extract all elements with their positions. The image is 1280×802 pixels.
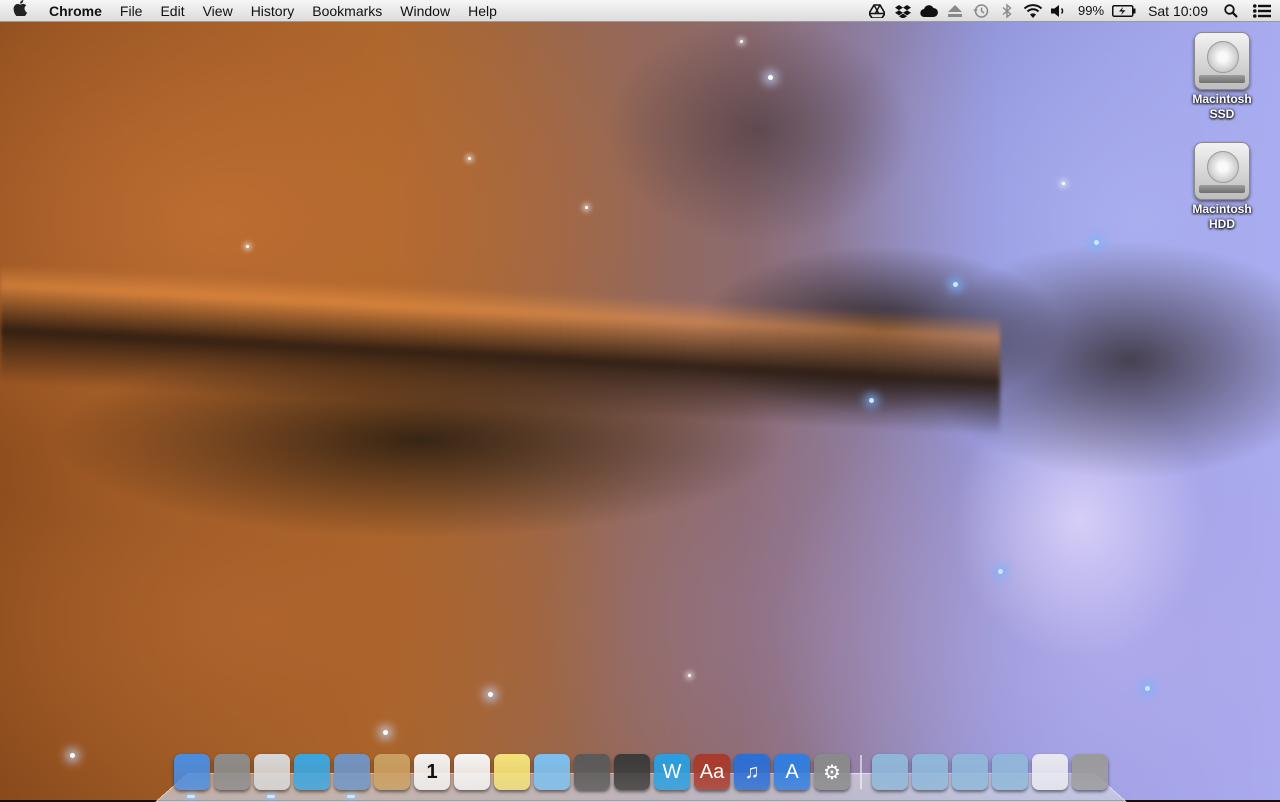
menu-window[interactable]: Window <box>391 0 459 22</box>
star <box>998 569 1003 574</box>
dropbox-icon[interactable] <box>890 0 916 22</box>
trash-icon[interactable] <box>1072 754 1108 790</box>
bluetooth-icon[interactable] <box>994 0 1020 22</box>
menu-help[interactable]: Help <box>459 0 506 22</box>
running-indicator <box>187 795 195 798</box>
chrome-icon[interactable] <box>254 754 290 790</box>
menu-history[interactable]: History <box>242 0 304 22</box>
menu-clock[interactable]: Sat 10:09 <box>1138 3 1218 19</box>
battery-charging-icon[interactable] <box>1110 0 1138 22</box>
downloads-folder-icon[interactable] <box>992 754 1028 790</box>
spotlight-search-icon[interactable] <box>1218 0 1244 22</box>
star <box>70 753 75 758</box>
volume-icon[interactable] <box>1046 0 1072 22</box>
hard-drive-icon <box>1194 142 1250 200</box>
star <box>688 674 691 677</box>
twitter-icon[interactable] <box>294 754 330 790</box>
dock-separator <box>860 755 862 789</box>
eject-icon[interactable] <box>942 0 968 22</box>
launchpad-icon[interactable] <box>214 754 250 790</box>
menu-app-chrome[interactable]: Chrome <box>40 0 111 22</box>
time-machine-icon[interactable] <box>968 0 994 22</box>
disk-utility-icon[interactable] <box>614 754 650 790</box>
mail-icon[interactable] <box>334 754 370 790</box>
star <box>869 398 874 403</box>
desktop-icon-macintosh-hdd[interactable]: Macintosh HDD <box>1182 142 1262 232</box>
star <box>488 692 493 697</box>
reminders-icon[interactable] <box>454 754 490 790</box>
star <box>246 245 249 248</box>
star <box>1145 686 1150 691</box>
wifi-icon[interactable] <box>1020 0 1046 22</box>
menu-bar: Chrome File Edit View History Bookmarks … <box>0 0 1280 22</box>
notification-center-icon[interactable] <box>1244 0 1280 22</box>
cloud-icon[interactable] <box>916 0 942 22</box>
facetime-icon[interactable] <box>574 754 610 790</box>
chrome-apps-stack-icon[interactable] <box>1032 754 1068 790</box>
star <box>1062 182 1065 185</box>
cloud-folder-icon[interactable] <box>912 754 948 790</box>
menu-file[interactable]: File <box>111 0 152 22</box>
itunes-icon[interactable]: ♫ <box>734 754 770 790</box>
star <box>468 157 471 160</box>
star <box>383 730 388 735</box>
desktop-icon-label: SSD <box>1209 107 1235 121</box>
desktop-icon-macintosh-ssd[interactable]: Macintosh SSD <box>1182 32 1262 122</box>
star <box>768 75 773 80</box>
star <box>1094 240 1099 245</box>
finder-icon[interactable] <box>174 754 210 790</box>
word-icon[interactable]: W <box>654 754 690 790</box>
menu-edit[interactable]: Edit <box>151 0 193 22</box>
star <box>740 40 743 43</box>
status-area: 99% Sat 10:09 <box>864 0 1280 22</box>
running-indicator <box>267 795 275 798</box>
desktop-icon-label: Macintosh <box>1192 202 1252 216</box>
hard-drive-icon <box>1194 32 1250 90</box>
menu-view[interactable]: View <box>194 0 242 22</box>
apple-logo-icon[interactable] <box>0 0 40 21</box>
dictionary-icon[interactable]: Aa <box>694 754 730 790</box>
messages-icon[interactable] <box>534 754 570 790</box>
dock: 1 W Aa ♫ A ⚙ <box>172 752 1112 792</box>
menu-bookmarks[interactable]: Bookmarks <box>303 0 391 22</box>
contacts-icon[interactable] <box>374 754 410 790</box>
star <box>953 282 958 287</box>
running-indicator <box>347 795 355 798</box>
system-preferences-icon[interactable]: ⚙ <box>814 754 850 790</box>
documents-folder-icon[interactable] <box>952 754 988 790</box>
calendar-icon[interactable]: 1 <box>414 754 450 790</box>
app-store-icon[interactable]: A <box>774 754 810 790</box>
desktop-icon-label: Macintosh <box>1192 92 1252 106</box>
desktop-icon-label: HDD <box>1209 217 1235 231</box>
star <box>585 206 588 209</box>
google-drive-icon[interactable] <box>864 0 890 22</box>
dropbox-folder-icon[interactable] <box>872 754 908 790</box>
battery-percent[interactable]: 99% <box>1072 3 1110 18</box>
notes-icon[interactable] <box>494 754 530 790</box>
